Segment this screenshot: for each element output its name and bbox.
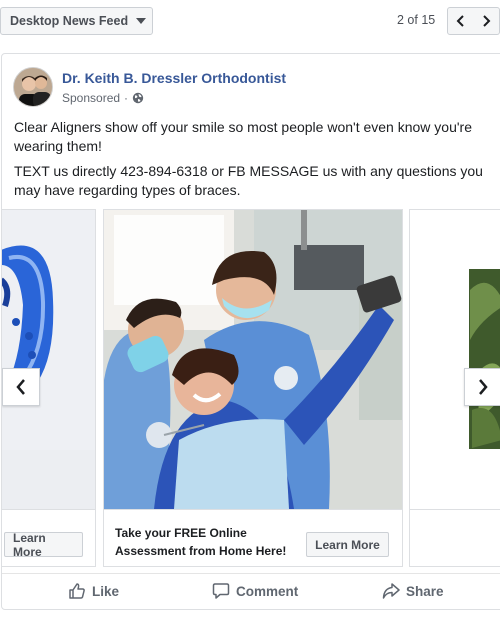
like-label: Like [92,583,120,599]
preview-toolbar: Desktop News Feed 2 of 15 [0,0,500,44]
share-button[interactable]: Share [382,582,444,600]
sponsored-separator: · [124,91,129,105]
ad-text-line-2: TEXT us directly 423-894-6318 or FB MESS… [14,163,483,198]
carousel-headline: Take your FREE Online Assessment from Ho… [115,526,287,558]
share-icon [382,583,400,599]
page-avatar[interactable] [13,67,53,107]
carousel-image-next [410,210,500,509]
pager-next-button[interactable] [473,7,500,35]
carousel-card-footer: Take your FREE Online Assessment from Ho… [104,509,402,566]
carousel-previous-button[interactable] [2,368,40,406]
carousel-image-dental-selfie [104,210,402,509]
learn-more-button[interactable]: Learn More [306,532,389,557]
ad-text-line-1: Clear Aligners show off your smile so mo… [14,119,472,154]
chevron-left-icon [16,379,25,395]
comment-button[interactable]: Comment [212,582,298,600]
carousel-card-current[interactable]: Take your FREE Online Assessment from Ho… [103,209,403,567]
carousel: Learn More Take your FREE Online Assessm… [2,209,500,569]
placement-dropdown[interactable]: Desktop News Feed [0,7,153,35]
comment-icon [212,583,230,599]
carousel-next-button[interactable] [464,368,500,406]
chevron-left-icon [456,15,464,27]
carousel-card-footer: Learn More [2,509,95,566]
pager-previous-button[interactable] [447,7,474,35]
carousel-card-footer [410,509,500,566]
ad-preview-card: Dr. Keith B. Dressler Orthodontist Spons… [1,53,500,610]
placement-label: Desktop News Feed [10,14,129,28]
page-name-link[interactable]: Dr. Keith B. Dressler Orthodontist [62,70,286,86]
avatar-photo [14,68,52,106]
thumbs-up-icon [69,583,85,599]
carousel-image-aligner [2,210,95,509]
post-action-bar: Like Comment Share [2,573,500,609]
chevron-right-icon [479,379,488,395]
like-button[interactable]: Like [68,582,119,600]
ad-primary-text: Clear Aligners show off your smile so mo… [14,118,500,206]
sponsored-label: Sponsored · [62,91,144,105]
sponsored-text: Sponsored [62,91,121,105]
pager-count: 2 of 15 [397,13,436,27]
chevron-right-icon [483,15,491,27]
comment-label: Comment [236,583,299,599]
learn-more-button[interactable]: Learn More [4,531,83,559]
globe-icon [132,92,144,104]
caret-down-icon [136,18,147,24]
share-label: Share [406,583,444,599]
